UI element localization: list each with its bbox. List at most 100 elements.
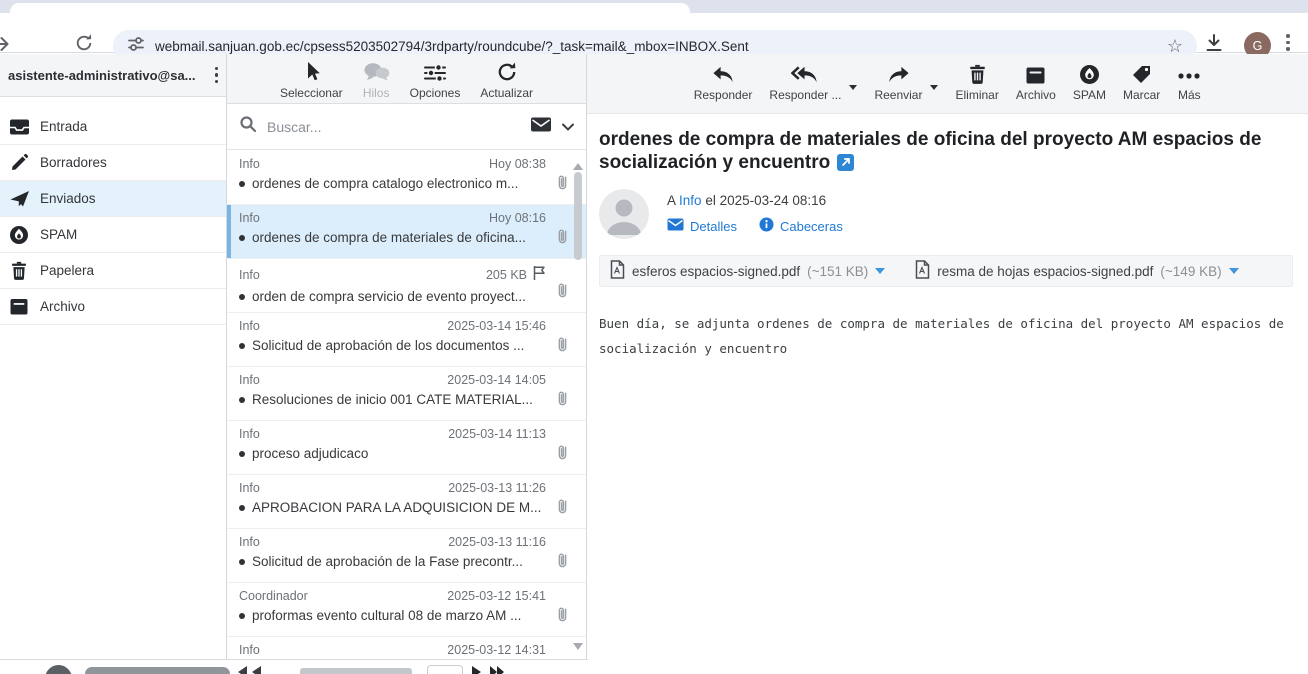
table-row[interactable]: Info2025-03-13 11:26 APROBACION PARA LA … bbox=[227, 475, 586, 529]
unread-dot bbox=[239, 505, 245, 511]
recipient-link[interactable]: Info bbox=[679, 193, 702, 208]
forward-caret-icon[interactable] bbox=[930, 85, 938, 94]
flame-icon bbox=[1079, 63, 1100, 85]
reply-all-button[interactable]: Responder ... bbox=[769, 63, 841, 102]
envelope-icon bbox=[667, 218, 684, 234]
search-bar bbox=[227, 104, 586, 150]
unread-dot bbox=[239, 397, 245, 403]
row-subject: APROBACION PARA LA ADQUISICION DE M... bbox=[252, 500, 541, 515]
sidebar-item-label: Archivo bbox=[40, 299, 85, 314]
sliders-icon bbox=[423, 61, 447, 83]
row-date: 2025-03-12 15:41 bbox=[447, 589, 546, 603]
attachment-item[interactable]: esferos espacios-signed.pdf (~151 KB) bbox=[610, 260, 885, 282]
external-link-icon[interactable] bbox=[837, 154, 854, 177]
paperclip-icon bbox=[555, 498, 570, 520]
account-header: asistente-administrativo@sa... bbox=[0, 54, 226, 97]
forward-button[interactable]: Reenviar bbox=[874, 63, 922, 102]
table-row[interactable]: InfoHoy 08:38 ordenes de compra catalogo… bbox=[227, 151, 586, 205]
flame-icon bbox=[8, 225, 30, 245]
select-button[interactable]: Seleccionar bbox=[280, 61, 343, 100]
unread-dot bbox=[239, 294, 245, 300]
browser-tab-strip bbox=[0, 0, 1308, 13]
row-subject: ordenes de compra catalogo electronico m… bbox=[252, 176, 518, 191]
table-row[interactable]: Info 2025-03-13 11:16 Solicitud de aproba… bbox=[227, 529, 586, 583]
row-sender: Info bbox=[239, 481, 260, 495]
row-subject: ordenes de compra de materiales de ofici… bbox=[252, 230, 526, 245]
row-date: 2025-03-14 15:46 bbox=[447, 319, 546, 333]
sidebar-item-archivo[interactable]: Archivo bbox=[0, 289, 226, 325]
browser-menu-icon[interactable] bbox=[1286, 34, 1290, 51]
table-row[interactable]: Info2025-03-12 14:31 bbox=[227, 637, 586, 659]
send-icon bbox=[8, 189, 30, 208]
table-row[interactable]: Info2025-03-14 11:13 proceso adjudicaco bbox=[227, 421, 586, 475]
table-row[interactable]: Info2025-03-14 15:46 Solicitud de aproba… bbox=[227, 313, 586, 367]
sidebar-item-enviados[interactable]: Enviados bbox=[0, 181, 226, 217]
scrollbar-thumb[interactable] bbox=[574, 172, 582, 260]
attachment-item[interactable]: resma de hojas espacios-signed.pdf (~149… bbox=[915, 260, 1238, 282]
message-rows: Info Hoy 08:38 ordenes de compra catalogo… bbox=[227, 151, 586, 659]
attachment-menu-caret-icon[interactable] bbox=[1229, 268, 1239, 279]
sidebar-item-spam[interactable]: SPAM bbox=[0, 217, 226, 253]
threads-button[interactable]: Hilos bbox=[363, 61, 390, 100]
footer-page-input[interactable] bbox=[427, 665, 463, 674]
footer-first-page-icon[interactable] bbox=[238, 666, 247, 674]
header-actions: Detalles Cabeceras bbox=[667, 217, 843, 235]
search-options-chevron-icon[interactable] bbox=[562, 118, 574, 136]
headers-toggle[interactable]: Cabeceras bbox=[759, 217, 843, 235]
table-row-selected[interactable]: InfoHoy 08:16 ordenes de compra de mater… bbox=[227, 205, 586, 259]
sidebar-item-entrada[interactable]: Entrada bbox=[0, 109, 226, 145]
paperclip-icon bbox=[555, 282, 570, 304]
scroll-up-icon[interactable] bbox=[573, 158, 583, 170]
sidebar-item-papelera[interactable]: Papelera bbox=[0, 253, 226, 289]
search-input[interactable] bbox=[267, 119, 520, 135]
spam-button[interactable]: SPAM bbox=[1073, 63, 1106, 102]
row-subject: proceso adjudicaco bbox=[252, 446, 368, 461]
sidebar-item-label: Enviados bbox=[40, 191, 96, 206]
row-sender: Info bbox=[239, 535, 260, 549]
row-sender: Info bbox=[239, 268, 260, 282]
paperclip-icon bbox=[555, 390, 570, 412]
unread-dot bbox=[239, 613, 245, 619]
refresh-button[interactable]: Actualizar bbox=[480, 61, 533, 100]
table-row[interactable]: Info2025-03-14 14:05 Resoluciones de ini… bbox=[227, 367, 586, 421]
scroll-down-icon[interactable] bbox=[573, 643, 583, 655]
reply-all-caret-icon[interactable] bbox=[849, 85, 857, 94]
cursor-icon bbox=[303, 61, 320, 83]
archive-button[interactable]: Archivo bbox=[1016, 63, 1056, 102]
footer-next-page-icon[interactable] bbox=[472, 666, 481, 674]
list-toolbar: Seleccionar Hilos Opciones Actualizar bbox=[227, 54, 586, 104]
search-icon bbox=[239, 115, 257, 138]
row-date: Hoy 08:38 bbox=[489, 157, 546, 171]
unread-dot bbox=[239, 181, 245, 187]
attachments-bar: esferos espacios-signed.pdf (~151 KB) re… bbox=[599, 255, 1293, 287]
row-subject: proformas evento cultural 08 de marzo AM… bbox=[252, 608, 521, 623]
delete-button[interactable]: Eliminar bbox=[955, 63, 998, 102]
active-tab[interactable] bbox=[10, 3, 690, 13]
table-row[interactable]: Info 205 KB orden de compra servicio de … bbox=[227, 259, 586, 313]
message-list-column: Seleccionar Hilos Opciones Actualizar bbox=[227, 54, 587, 674]
table-row[interactable]: Coordinador2025-03-12 15:41 proformas ev… bbox=[227, 583, 586, 637]
options-button[interactable]: Opciones bbox=[410, 61, 461, 100]
reply-all-icon bbox=[791, 63, 820, 85]
footer-prev-page-icon[interactable] bbox=[252, 666, 261, 674]
refresh-icon bbox=[496, 61, 518, 83]
envelope-scope-icon[interactable] bbox=[530, 116, 552, 138]
unread-dot bbox=[239, 559, 245, 565]
url-text[interactable]: webmail.sanjuan.gob.ec/cpsess5203502794/… bbox=[155, 39, 1157, 54]
row-subject: Solicitud de aprobación de la Fase preco… bbox=[252, 554, 523, 569]
footer-last-page-icon[interactable] bbox=[490, 666, 504, 674]
details-toggle[interactable]: Detalles bbox=[667, 218, 737, 234]
mark-button[interactable]: Marcar bbox=[1123, 63, 1160, 102]
trash-icon bbox=[968, 63, 987, 85]
account-menu-icon[interactable] bbox=[215, 67, 219, 84]
attachment-menu-caret-icon[interactable] bbox=[875, 268, 885, 279]
sidebar-item-borradores[interactable]: Borradores bbox=[0, 145, 226, 181]
footer-settings-icon[interactable] bbox=[45, 665, 72, 674]
more-button[interactable]: Más bbox=[1177, 63, 1201, 102]
list-scrollbar[interactable] bbox=[572, 154, 584, 659]
paperclip-icon bbox=[555, 228, 570, 250]
reply-button[interactable]: Responder bbox=[694, 63, 753, 102]
paperclip-icon bbox=[555, 174, 570, 196]
chat-bubbles-icon bbox=[363, 61, 390, 83]
row-date: 2025-03-13 11:16 bbox=[448, 535, 546, 549]
